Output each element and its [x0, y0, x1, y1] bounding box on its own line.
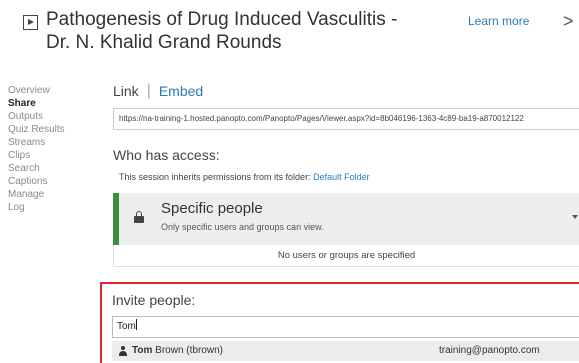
lock-icon — [133, 210, 145, 223]
suggestion-name-rest: Brown (tbrown) — [155, 345, 223, 356]
learn-more-link[interactable]: Learn more — [468, 14, 529, 28]
invite-people-input[interactable]: Tom — [112, 316, 579, 338]
invite-people-section: Invite people: Tom Tom Brown (tbrown) tr… — [100, 282, 579, 363]
inherit-permissions-text: This session inherits permissions from i… — [119, 172, 370, 182]
user-suggestion-item[interactable]: Tom Brown (tbrown) training@panopto.com — [112, 341, 579, 361]
sidebar-item-clips[interactable]: Clips — [8, 149, 86, 162]
sidebar-item-overview[interactable]: Overview — [8, 84, 86, 97]
user-icon — [118, 346, 127, 356]
caret-down-icon[interactable] — [572, 215, 578, 219]
sidebar-item-share[interactable]: Share — [8, 97, 86, 110]
suggestion-email: training@panopto.com — [439, 345, 540, 356]
who-has-access-heading: Who has access: — [113, 147, 220, 163]
suggestion-name-match: Tom — [132, 345, 153, 356]
tab-separator: | — [146, 82, 151, 99]
sidebar-item-search[interactable]: Search — [8, 162, 86, 175]
dialog-header: Pathogenesis of Drug Induced Vasculitis … — [0, 0, 579, 80]
access-level-name: Specific people — [161, 200, 263, 217]
default-folder-link[interactable]: Default Folder — [313, 172, 370, 182]
sidebar-item-log[interactable]: Log — [8, 201, 86, 214]
settings-sidebar: Overview Share Outputs Quiz Results Stre… — [8, 84, 86, 214]
text-cursor — [135, 319, 137, 330]
no-users-message: No users or groups are specified — [113, 245, 579, 267]
share-url-field[interactable]: https://na-training-1.hosted.panopto.com… — [113, 108, 579, 130]
tab-link[interactable]: Link — [113, 83, 139, 99]
invite-people-label: Invite people: — [112, 292, 196, 308]
access-level-dropdown[interactable]: Specific people Only specific users and … — [113, 193, 579, 245]
sidebar-item-streams[interactable]: Streams — [8, 136, 86, 149]
inherit-label: This session inherits permissions from i… — [119, 172, 311, 182]
session-title: Pathogenesis of Drug Induced Vasculitis … — [46, 9, 398, 53]
tab-embed[interactable]: Embed — [159, 83, 203, 99]
invite-input-value: Tom — [117, 321, 136, 332]
sidebar-item-manage[interactable]: Manage — [8, 188, 86, 201]
share-tabs: Link | Embed — [113, 80, 203, 102]
sidebar-item-captions[interactable]: Captions — [8, 175, 86, 188]
sidebar-item-quiz-results[interactable]: Quiz Results — [8, 123, 86, 136]
sidebar-item-outputs[interactable]: Outputs — [8, 110, 86, 123]
suggestion-name: Tom Brown (tbrown) — [132, 341, 223, 361]
close-icon[interactable]: > — [563, 11, 574, 32]
play-icon — [23, 15, 38, 30]
access-level-description: Only specific users and groups can view. — [161, 222, 324, 232]
